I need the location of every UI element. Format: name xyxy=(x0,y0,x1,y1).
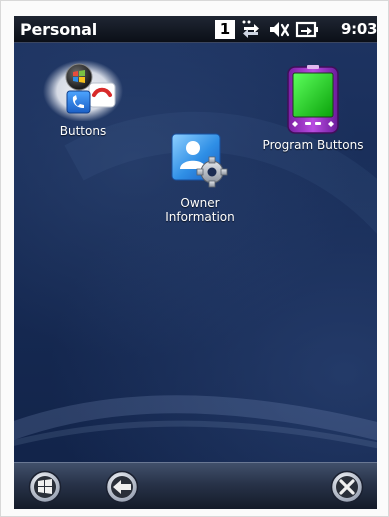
app-label: Buttons xyxy=(59,124,107,138)
close-x-icon[interactable] xyxy=(330,470,364,504)
taskbar xyxy=(14,462,377,509)
program-buttons-device-icon xyxy=(285,65,341,135)
notification-badge[interactable]: 1 xyxy=(215,20,235,39)
app-label-line-1: Owner xyxy=(180,196,220,210)
start-windows-icon[interactable] xyxy=(28,470,62,504)
title-bar: Personal 1 9:03 xyxy=(14,16,377,43)
app-owner-information[interactable]: Owner Information xyxy=(152,131,248,224)
back-arrow-icon[interactable] xyxy=(105,470,139,504)
speaker-muted-icon[interactable] xyxy=(268,19,290,40)
app-buttons[interactable]: Buttons xyxy=(38,57,128,138)
buttons-phone-icon xyxy=(43,57,123,122)
app-label-line-2: Information xyxy=(165,210,235,224)
battery-charging-icon[interactable] xyxy=(295,19,319,40)
connectivity-icon[interactable] xyxy=(240,19,262,40)
page-title: Personal xyxy=(20,20,98,39)
owner-information-icon xyxy=(168,131,232,193)
app-program-buttons[interactable]: Program Buttons xyxy=(254,65,372,152)
clock[interactable]: 9:03 xyxy=(341,20,377,39)
desktop-area: Buttons Owner Information Program Button… xyxy=(14,43,377,462)
app-label: Program Buttons xyxy=(262,138,364,152)
device-screen: Personal 1 9:03 Buttons Owner Informatio… xyxy=(14,16,377,509)
device-frame: Personal 1 9:03 Buttons Owner Informatio… xyxy=(0,0,389,517)
